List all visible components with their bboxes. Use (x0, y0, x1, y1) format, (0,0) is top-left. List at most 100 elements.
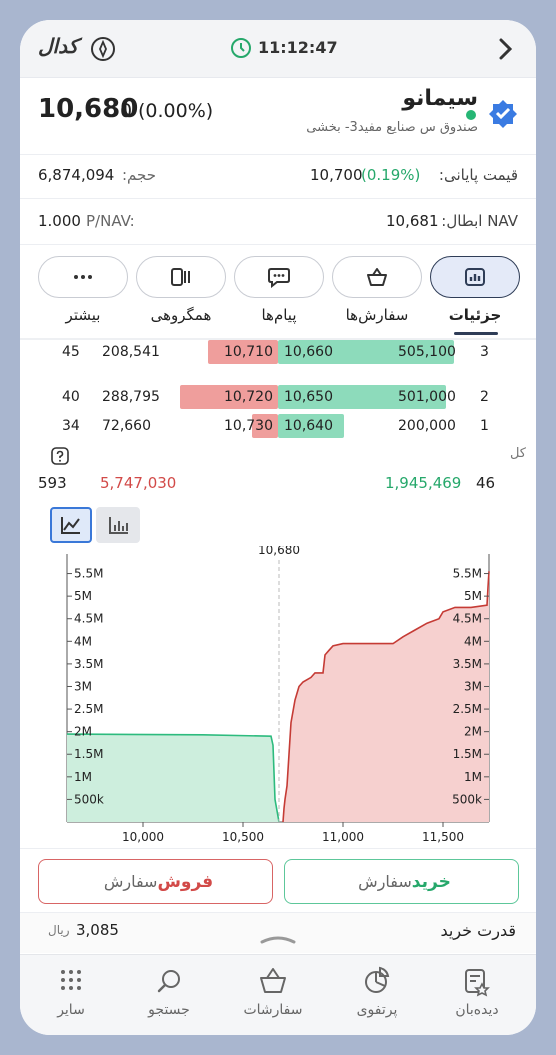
orders-icon (260, 968, 286, 993)
buy-volume: 200,000 (398, 418, 456, 434)
y-tick-label-left: 1.5M (74, 747, 103, 761)
y-tick-label-left: 1M (74, 770, 92, 784)
y-tick-label-right: 1.5M (453, 747, 482, 761)
y-tick-label-left: 3M (74, 679, 92, 693)
sell-price[interactable]: 10,710 (224, 344, 273, 360)
stock-symbol: سیمانو (402, 86, 478, 111)
buying-power-label: قدرت خرید (440, 921, 517, 940)
buying-power-value: 3,085 (76, 921, 119, 939)
nav-search[interactable]: جستجو (124, 960, 214, 1030)
y-tick-label-right: 5.5M (453, 567, 482, 581)
price-change: 0 (120, 100, 133, 122)
buy-order-button[interactable]: سفارش خرید (284, 859, 519, 904)
y-tick-label-right: 4M (464, 634, 482, 648)
sell-depth-area (283, 571, 489, 822)
y-tick-label-right: 5M (464, 589, 482, 603)
nav-other[interactable]: سایر (26, 960, 116, 1030)
total-buy-volume: 1,945,469 (385, 474, 462, 492)
total-sell-volume: 5,747,030 (100, 474, 177, 492)
pnav-value: 1.000 (38, 212, 81, 230)
close-price-value: 10,700 (310, 166, 363, 184)
group-icon (171, 268, 190, 286)
level-number: 1 (480, 418, 489, 434)
depth-chart[interactable]: 10,680 500k 500k 1M 1M 1.5M 1.5M 2M 2M 2.5M 2.5M 3M… (20, 546, 536, 848)
verified-badge-icon (488, 98, 518, 128)
nav-watchlist-label: دیده‌بان (455, 1002, 499, 1018)
sell-price[interactable]: 10,720 (224, 389, 273, 405)
line-chart-toggle[interactable] (50, 507, 92, 543)
tab-peer-group[interactable] (136, 256, 226, 298)
tab-orders-label: سفارش‌ها (345, 306, 409, 324)
nav-other-label: سایر (57, 1002, 85, 1018)
y-tick-label-left: 500k (74, 792, 104, 806)
drag-handle-icon[interactable] (258, 929, 298, 944)
tab-orders[interactable] (332, 256, 422, 298)
watchlist-icon (465, 969, 490, 997)
grid-icon (61, 970, 81, 990)
volume-value: 6,874,094 (38, 166, 115, 184)
y-tick-label-right: 2.5M (453, 702, 482, 716)
nav-search-label: جستجو (148, 1002, 190, 1018)
buy-prefix: سفارش (358, 872, 412, 891)
chevron-right-icon[interactable] (494, 34, 518, 64)
y-tick-label-left: 3.5M (74, 657, 103, 671)
message-icon (268, 268, 290, 288)
tab-messages[interactable] (234, 256, 324, 298)
y-tick-label-left: 4.5M (74, 612, 103, 626)
y-tick-label-right: 500k (452, 792, 482, 806)
sell-price[interactable]: 10,730 (224, 418, 273, 434)
buy-volume: 501,000 (398, 389, 456, 405)
tab-details-label: جزئیات (448, 306, 502, 324)
clock-time: 11:12:47 (258, 38, 338, 57)
x-tick-label: 10,500 (222, 830, 264, 844)
more-icon (74, 275, 92, 279)
y-tick-label-right: 2M (464, 725, 482, 739)
total-buy-count: 46 (476, 474, 496, 492)
x-tick-label: 11,500 (422, 830, 464, 844)
buy-price[interactable]: 10,650 (284, 389, 333, 405)
portfolio-icon (365, 966, 390, 993)
compass-icon[interactable] (90, 36, 116, 62)
order-book-row: 40 288,795 10,720 10,650 501,000 2 (20, 385, 536, 411)
nav-orders[interactable]: سفارشات (228, 960, 318, 1030)
tab-more[interactable] (38, 256, 128, 298)
y-tick-label-left: 4M (74, 634, 92, 648)
y-tick-label-right: 1M (464, 770, 482, 784)
help-icon[interactable] (50, 446, 70, 466)
y-tick-label-right: 3M (464, 679, 482, 693)
search-icon (157, 970, 180, 993)
sell-volume: 208,541 (102, 344, 160, 360)
active-tab-indicator (454, 332, 498, 335)
total-sell-count: 593 (38, 474, 67, 492)
buying-power-currency: ریال (48, 923, 70, 937)
level-number: 3 (480, 344, 489, 360)
order-book-panel: 45 208,541 10,710 10,660 505,100 3 40 28… (20, 340, 536, 848)
x-tick-label: 10,000 (122, 830, 164, 844)
bar-chart-icon (109, 517, 128, 534)
close-change-percent: (0.19%) (361, 166, 421, 184)
bar-chart-toggle[interactable] (96, 507, 140, 543)
sell-label: فروش (157, 871, 214, 892)
y-tick-label-right: 4.5M (453, 612, 482, 626)
order-book-row: 45 208,541 10,710 10,660 505,100 3 (20, 340, 536, 366)
top-bar: کدال 11:12:47 (20, 20, 536, 78)
market-status-dot (466, 110, 476, 120)
sell-order-button[interactable]: سفارش فروش (38, 859, 273, 904)
buying-power-bar[interactable]: ریال 3,085 قدرت خرید (20, 913, 536, 953)
nav-portfolio[interactable]: پرتفوی (332, 960, 422, 1030)
pnav-label: P/NAV: (86, 212, 135, 230)
y-tick-label-left: 2M (74, 725, 92, 739)
sell-prefix: سفارش (103, 872, 158, 891)
codal-logo[interactable]: کدال (38, 34, 78, 58)
total-label: کل (509, 446, 526, 461)
tab-details[interactable] (430, 256, 520, 298)
buy-volume: 505,100 (398, 344, 456, 360)
buy-price[interactable]: 10,660 (284, 344, 333, 360)
line-chart-icon (61, 517, 80, 534)
level-number: 2 (480, 389, 489, 405)
nav-value: 10,681 (386, 212, 439, 230)
close-price-label: قیمت پایانی: (438, 166, 518, 184)
buy-price[interactable]: 10,640 (284, 418, 333, 434)
nav-watchlist[interactable]: دیده‌بان (432, 960, 522, 1030)
y-tick-label-left: 2.5M (74, 702, 103, 716)
